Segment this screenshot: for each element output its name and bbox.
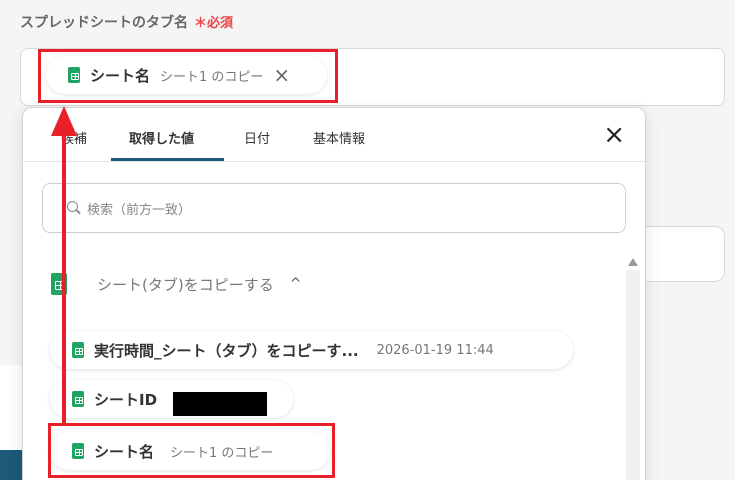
item-value: 2026-01-19 11:44 [376,342,494,358]
tab-date[interactable]: 日付 [244,128,270,147]
highlight-box-selected [38,49,338,103]
arrow-head-icon [51,106,77,136]
item-name: シートID [94,390,158,409]
popup-tabs: 候補 取得した値 日付 基本情報 × [23,108,645,162]
search-placeholder: 検索（前方一致） [87,202,192,218]
search-input[interactable]: 検索（前方一致） [42,183,626,233]
tab-basic-info[interactable]: 基本情報 [313,128,365,147]
search-icon [67,201,81,215]
spreadsheet-icon [72,342,84,358]
active-tab-indicator [111,158,224,161]
field-label: スプレッドシートのタブ名 ＊必須 [20,12,233,32]
required-badge: ＊必須 [194,16,234,31]
arrow-line [62,125,66,425]
tab-fetched-values[interactable]: 取得した値 [129,128,194,147]
item-name: 実行時間_シート（タブ）をコピーす... [94,341,359,360]
section-header[interactable]: シート(タブ)をコピーする ^ [51,273,301,295]
field-label-text: スプレッドシートのタブ名 [20,15,188,31]
close-icon[interactable]: × [603,122,625,148]
redacted-value [173,392,267,416]
highlight-box-source [48,423,335,478]
chevron-up-icon[interactable]: ^ [290,276,302,292]
scroll-up-arrow[interactable] [628,258,638,266]
section-label: シート(タブ)をコピーする [97,275,274,294]
scrollbar[interactable] [626,270,640,480]
background-button-edge [0,450,22,480]
spreadsheet-icon [72,391,84,407]
screen: スプレッドシートのタブ名 ＊必須 シート名 シート1 のコピー × 候補 取得した… [0,0,735,480]
next-field[interactable] [640,226,725,282]
list-item[interactable]: 実行時間_シート（タブ）をコピーす... 2026-01-19 11:44 [50,331,573,369]
